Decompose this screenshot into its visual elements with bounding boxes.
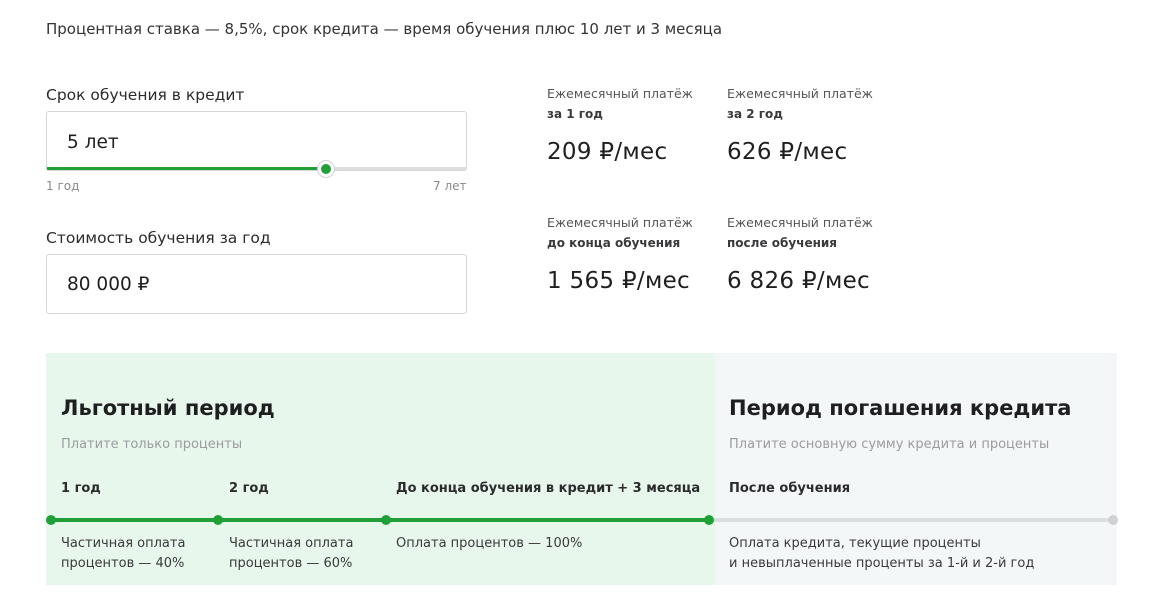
stage-desc-line: и невыплаченные проценты за 1-й и 2-й го… bbox=[729, 556, 1035, 571]
payment-period: за 2 год bbox=[727, 107, 783, 121]
stage-desc-after-study: Оплата кредита, текущие проценты и невып… bbox=[729, 534, 1034, 574]
stage-desc-line: процентов — 60% bbox=[229, 556, 353, 571]
timeline-grace-line bbox=[51, 518, 709, 522]
payment-period: за 1 год bbox=[547, 107, 603, 121]
payment-second-year: Ежемесячный платёж за 2 год 626 ₽/мес bbox=[727, 84, 873, 165]
stage-title-until-end: До конца обучения в кредит + 3 месяца bbox=[396, 481, 701, 496]
payment-amount: 209 ₽/мес bbox=[547, 139, 668, 165]
repayment-period-title: Период погашения кредита bbox=[729, 396, 1072, 420]
payment-caption: Ежемесячный платёж до конца обучения bbox=[547, 213, 693, 253]
payment-until-end: Ежемесячный платёж до конца обучения 1 5… bbox=[547, 213, 693, 294]
payment-caption: Ежемесячный платёж за 1 год bbox=[547, 84, 693, 124]
payment-after-study: Ежемесячный платёж после обучения 6 826 … bbox=[727, 213, 873, 294]
payment-caption-text: Ежемесячный платёж bbox=[727, 86, 873, 101]
payment-first-year: Ежемесячный платёж за 1 год 209 ₽/мес bbox=[547, 84, 693, 165]
repayment-period-subtitle: Платите основную сумму кредита и процент… bbox=[729, 437, 1050, 452]
cost-value: 80 000 ₽ bbox=[67, 274, 150, 295]
stage-desc-line: процентов — 40% bbox=[61, 556, 185, 571]
timeline-dot bbox=[704, 515, 714, 525]
stage-title-year-1: 1 год bbox=[61, 481, 101, 496]
stage-desc-line: Частичная оплата bbox=[229, 536, 354, 551]
term-slider-track[interactable] bbox=[47, 167, 466, 170]
payment-caption-text: Ежемесячный платёж bbox=[547, 86, 693, 101]
stage-desc-line: Оплата кредита, текущие проценты bbox=[729, 536, 981, 551]
term-max-label: 7 лет bbox=[433, 179, 467, 193]
payment-period: после обучения bbox=[727, 236, 837, 250]
stage-desc-line: Оплата процентов — 100% bbox=[396, 536, 583, 551]
stage-title-after-study: После обучения bbox=[729, 481, 851, 496]
timeline-dot bbox=[46, 515, 56, 525]
cost-field[interactable]: 80 000 ₽ bbox=[46, 254, 467, 314]
cost-label: Стоимость обучения за год bbox=[46, 229, 271, 247]
payment-period: до конца обучения bbox=[547, 236, 681, 250]
timeline-dot bbox=[381, 515, 391, 525]
timeline-end-dot bbox=[1108, 515, 1118, 525]
payment-amount: 6 826 ₽/мес bbox=[727, 268, 870, 294]
stage-desc-year-2: Частичная оплата процентов — 60% bbox=[229, 534, 353, 574]
stage-title-year-2: 2 год bbox=[229, 481, 269, 496]
term-min-label: 1 год bbox=[46, 179, 80, 193]
payment-caption-text: Ежемесячный платёж bbox=[547, 215, 693, 230]
rate-description: Процентная ставка — 8,5%, срок кредита —… bbox=[46, 20, 723, 38]
stage-desc-until-end: Оплата процентов — 100% bbox=[396, 534, 582, 554]
term-field[interactable]: 5 лет bbox=[46, 111, 467, 177]
grace-period-title: Льготный период bbox=[61, 396, 275, 420]
term-value: 5 лет bbox=[67, 132, 119, 153]
payment-caption: Ежемесячный платёж за 2 год bbox=[727, 84, 873, 124]
grace-period-subtitle: Платите только проценты bbox=[61, 437, 243, 452]
timeline-dot bbox=[213, 515, 223, 525]
stage-desc-year-1: Частичная оплата процентов — 40% bbox=[61, 534, 185, 574]
payment-amount: 626 ₽/мес bbox=[727, 139, 848, 165]
payment-caption-text: Ежемесячный платёж bbox=[727, 215, 873, 230]
payment-amount: 1 565 ₽/мес bbox=[547, 268, 690, 294]
stage-desc-line: Частичная оплата bbox=[61, 536, 186, 551]
timeline-repayment-line bbox=[709, 518, 1112, 522]
term-label: Срок обучения в кредит bbox=[46, 86, 245, 104]
payment-caption: Ежемесячный платёж после обучения bbox=[727, 213, 873, 253]
term-slider-fill bbox=[47, 167, 326, 170]
term-slider-thumb[interactable] bbox=[318, 161, 334, 177]
